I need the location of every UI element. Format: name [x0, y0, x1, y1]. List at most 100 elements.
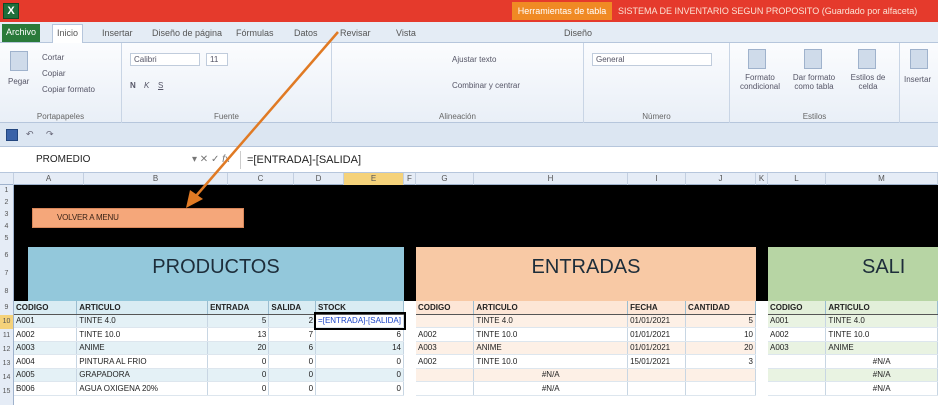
cell[interactable]: A001 — [768, 314, 827, 328]
cell[interactable]: TINTE 4.0 — [473, 314, 629, 328]
formula-input[interactable]: =[ENTRADA]-[SALIDA] — [240, 151, 930, 169]
merge-center-button[interactable]: Combinar y centrar — [452, 81, 520, 90]
cell[interactable] — [768, 381, 827, 396]
row-header[interactable]: 3 — [0, 209, 13, 221]
cell[interactable]: 6 — [315, 327, 404, 342]
cell[interactable] — [685, 368, 756, 382]
entradas-header-articulo[interactable]: ARTICULO — [473, 301, 629, 315]
cell[interactable]: A003 — [768, 341, 827, 355]
cell[interactable]: 6 — [268, 341, 317, 355]
cell[interactable]: 7 — [268, 327, 317, 342]
row-header[interactable]: 1 — [0, 185, 13, 197]
tab-datos[interactable]: Datos — [290, 25, 322, 42]
cell-styles-button[interactable]: Estilos de celda — [842, 73, 894, 91]
cell[interactable] — [627, 368, 687, 382]
cell[interactable] — [416, 368, 475, 382]
row-header[interactable]: 8 — [0, 283, 13, 301]
cell[interactable]: B006 — [14, 381, 78, 396]
entradas-header-cantidad[interactable]: CANTIDAD — [685, 301, 756, 315]
salidas-header-articulo[interactable]: ARTICULO — [825, 301, 938, 315]
column-header-j[interactable]: J — [686, 173, 756, 185]
cell[interactable] — [768, 354, 827, 369]
salidas-header-codigo[interactable]: CODIGO — [768, 301, 827, 315]
cell[interactable]: #N/A — [825, 354, 938, 369]
cell[interactable]: 01/01/2021 — [627, 327, 687, 342]
cell[interactable]: TINTE 10.0 — [473, 354, 629, 369]
row-header[interactable]: 4 — [0, 221, 13, 233]
tab-diseno-pagina[interactable]: Diseño de página — [148, 25, 226, 42]
column-header-c[interactable]: C — [228, 173, 294, 185]
cell[interactable]: ANIME — [473, 341, 629, 355]
cell[interactable]: 3 — [685, 354, 756, 369]
number-format-select[interactable]: General — [592, 53, 712, 66]
tab-vista[interactable]: Vista — [392, 25, 420, 42]
cell[interactable]: 20 — [685, 341, 756, 355]
table-tools-context-tab[interactable]: Herramientas de tabla — [512, 2, 612, 20]
cell[interactable]: TINTE 10.0 — [473, 327, 629, 342]
column-header-f[interactable]: F — [404, 173, 416, 185]
cell[interactable]: A003 — [14, 341, 78, 355]
cell[interactable]: #N/A — [473, 368, 629, 382]
cell[interactable] — [416, 381, 475, 396]
column-header-h[interactable]: H — [474, 173, 628, 185]
cell-styles-icon[interactable] — [858, 49, 876, 69]
cell[interactable]: 14 — [315, 341, 404, 355]
undo-icon[interactable]: ↶ — [26, 129, 34, 140]
cell[interactable]: 5 — [207, 314, 270, 328]
cell[interactable]: #N/A — [473, 381, 629, 396]
volver-a-menu-button[interactable]: VOLVER A MENU — [32, 208, 244, 228]
column-header-b[interactable]: B — [84, 173, 228, 185]
font-size-select[interactable]: 11 — [206, 53, 228, 66]
tab-diseno[interactable]: Diseño — [560, 25, 596, 42]
productos-header-stock[interactable]: STOCK — [315, 301, 404, 315]
cell[interactable]: #N/A — [825, 381, 938, 396]
row-header[interactable]: 2 — [0, 197, 13, 209]
underline-button[interactable]: S — [158, 81, 163, 90]
cell[interactable]: A002 — [416, 327, 475, 342]
entradas-header-fecha[interactable]: FECHA — [627, 301, 687, 315]
cell[interactable] — [627, 381, 687, 396]
row-header[interactable]: 9 — [0, 301, 13, 315]
row-header[interactable]: 6 — [0, 247, 13, 265]
row-header[interactable]: 12 — [0, 343, 13, 357]
cell[interactable]: 0 — [268, 381, 317, 396]
row-header[interactable]: 10 — [0, 315, 13, 329]
cell[interactable]: 5 — [685, 314, 756, 328]
stock-edit-cell[interactable]: =[ENTRADA]-[SALIDA] — [313, 312, 406, 330]
tab-archivo[interactable]: Archivo — [2, 24, 40, 42]
cell[interactable]: 0 — [315, 354, 404, 369]
cell[interactable]: A002 — [416, 354, 475, 369]
column-header-l[interactable]: L — [768, 173, 826, 185]
name-box[interactable]: PROMEDIO — [8, 151, 188, 169]
cell[interactable] — [768, 368, 827, 382]
tab-revisar[interactable]: Revisar — [336, 25, 375, 42]
conditional-format-button[interactable]: Formato condicional — [734, 73, 786, 91]
row-header[interactable]: 13 — [0, 357, 13, 371]
bold-button[interactable]: N — [130, 81, 136, 90]
cell[interactable] — [685, 381, 756, 396]
cell[interactable]: TINTE 10.0 — [76, 327, 209, 342]
fx-icon[interactable]: ▾ ✕ ✓ fx — [192, 152, 236, 168]
tab-inicio[interactable]: Inicio — [52, 24, 84, 43]
cell[interactable] — [416, 314, 475, 328]
cell[interactable]: GRAPADORA — [76, 368, 209, 382]
format-as-table-icon[interactable] — [804, 49, 822, 69]
cell[interactable]: AGUA OXIGENA 20% — [76, 381, 209, 396]
cell[interactable]: TINTE 4.0 — [76, 314, 209, 328]
format-as-table-button[interactable]: Dar formato como tabla — [788, 73, 840, 91]
cell[interactable]: TINTE 4.0 — [825, 314, 938, 328]
cell[interactable]: 13 — [207, 327, 270, 342]
entradas-header-codigo[interactable]: CODIGO — [416, 301, 475, 315]
column-header-g[interactable]: G — [416, 173, 474, 185]
cell[interactable]: 01/01/2021 — [627, 314, 687, 328]
cell[interactable]: 10 — [685, 327, 756, 342]
column-header-k[interactable]: K — [756, 173, 768, 185]
tab-formulas[interactable]: Fórmulas — [232, 25, 278, 42]
cell[interactable]: 0 — [207, 381, 270, 396]
copy-button[interactable]: Copiar — [42, 69, 66, 78]
cell[interactable]: 0 — [207, 354, 270, 369]
cell[interactable]: 0 — [315, 368, 404, 382]
productos-header-entrada[interactable]: ENTRADA — [207, 301, 270, 315]
cell[interactable]: A004 — [14, 354, 78, 369]
productos-header-articulo[interactable]: ARTICULO — [76, 301, 209, 315]
